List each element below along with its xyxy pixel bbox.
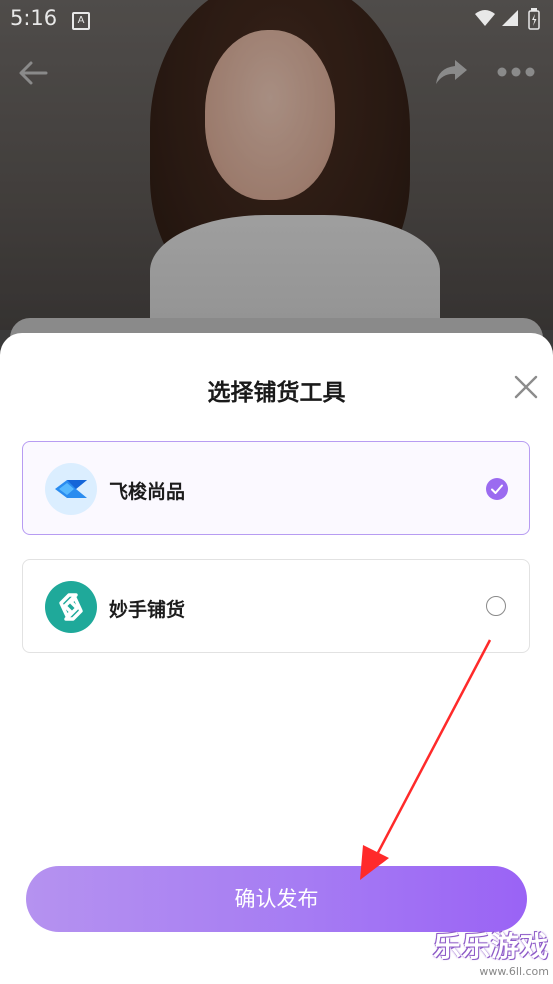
notification-a-icon: A: [72, 12, 90, 30]
photo-dim-overlay: [0, 0, 553, 330]
product-photo: [0, 0, 553, 330]
wifi-icon: [475, 10, 495, 26]
checked-icon[interactable]: [486, 478, 508, 500]
select-tool-sheet: 选择铺货工具 飞梭尚品 妙手铺货 确认发布: [0, 333, 553, 984]
miaoshou-logo-icon: [45, 581, 97, 633]
option-feisuo[interactable]: 飞梭尚品: [22, 441, 530, 535]
back-arrow-icon[interactable]: [18, 60, 48, 86]
option-label: 妙手铺货: [109, 599, 186, 621]
more-dots-icon[interactable]: [497, 60, 535, 84]
signal-icon: [502, 10, 518, 26]
status-time: 5:16: [10, 6, 58, 30]
feisuo-logo-icon: [45, 463, 97, 515]
confirm-publish-button[interactable]: 确认发布: [26, 866, 527, 932]
battery-icon: [528, 8, 540, 30]
option-label: 飞梭尚品: [109, 481, 186, 503]
watermark-url: www.6ll.com: [479, 965, 549, 978]
radio-unchecked-icon[interactable]: [486, 596, 506, 616]
status-bar: 5:16 A: [0, 0, 553, 38]
share-icon[interactable]: [433, 58, 469, 86]
option-miaoshou[interactable]: 妙手铺货: [22, 559, 530, 653]
close-icon[interactable]: [512, 373, 540, 401]
watermark-text: 乐乐游戏: [432, 930, 549, 963]
sheet-title: 选择铺货工具: [207, 380, 346, 406]
watermark: 乐乐游戏 www.6ll.com: [433, 925, 549, 978]
